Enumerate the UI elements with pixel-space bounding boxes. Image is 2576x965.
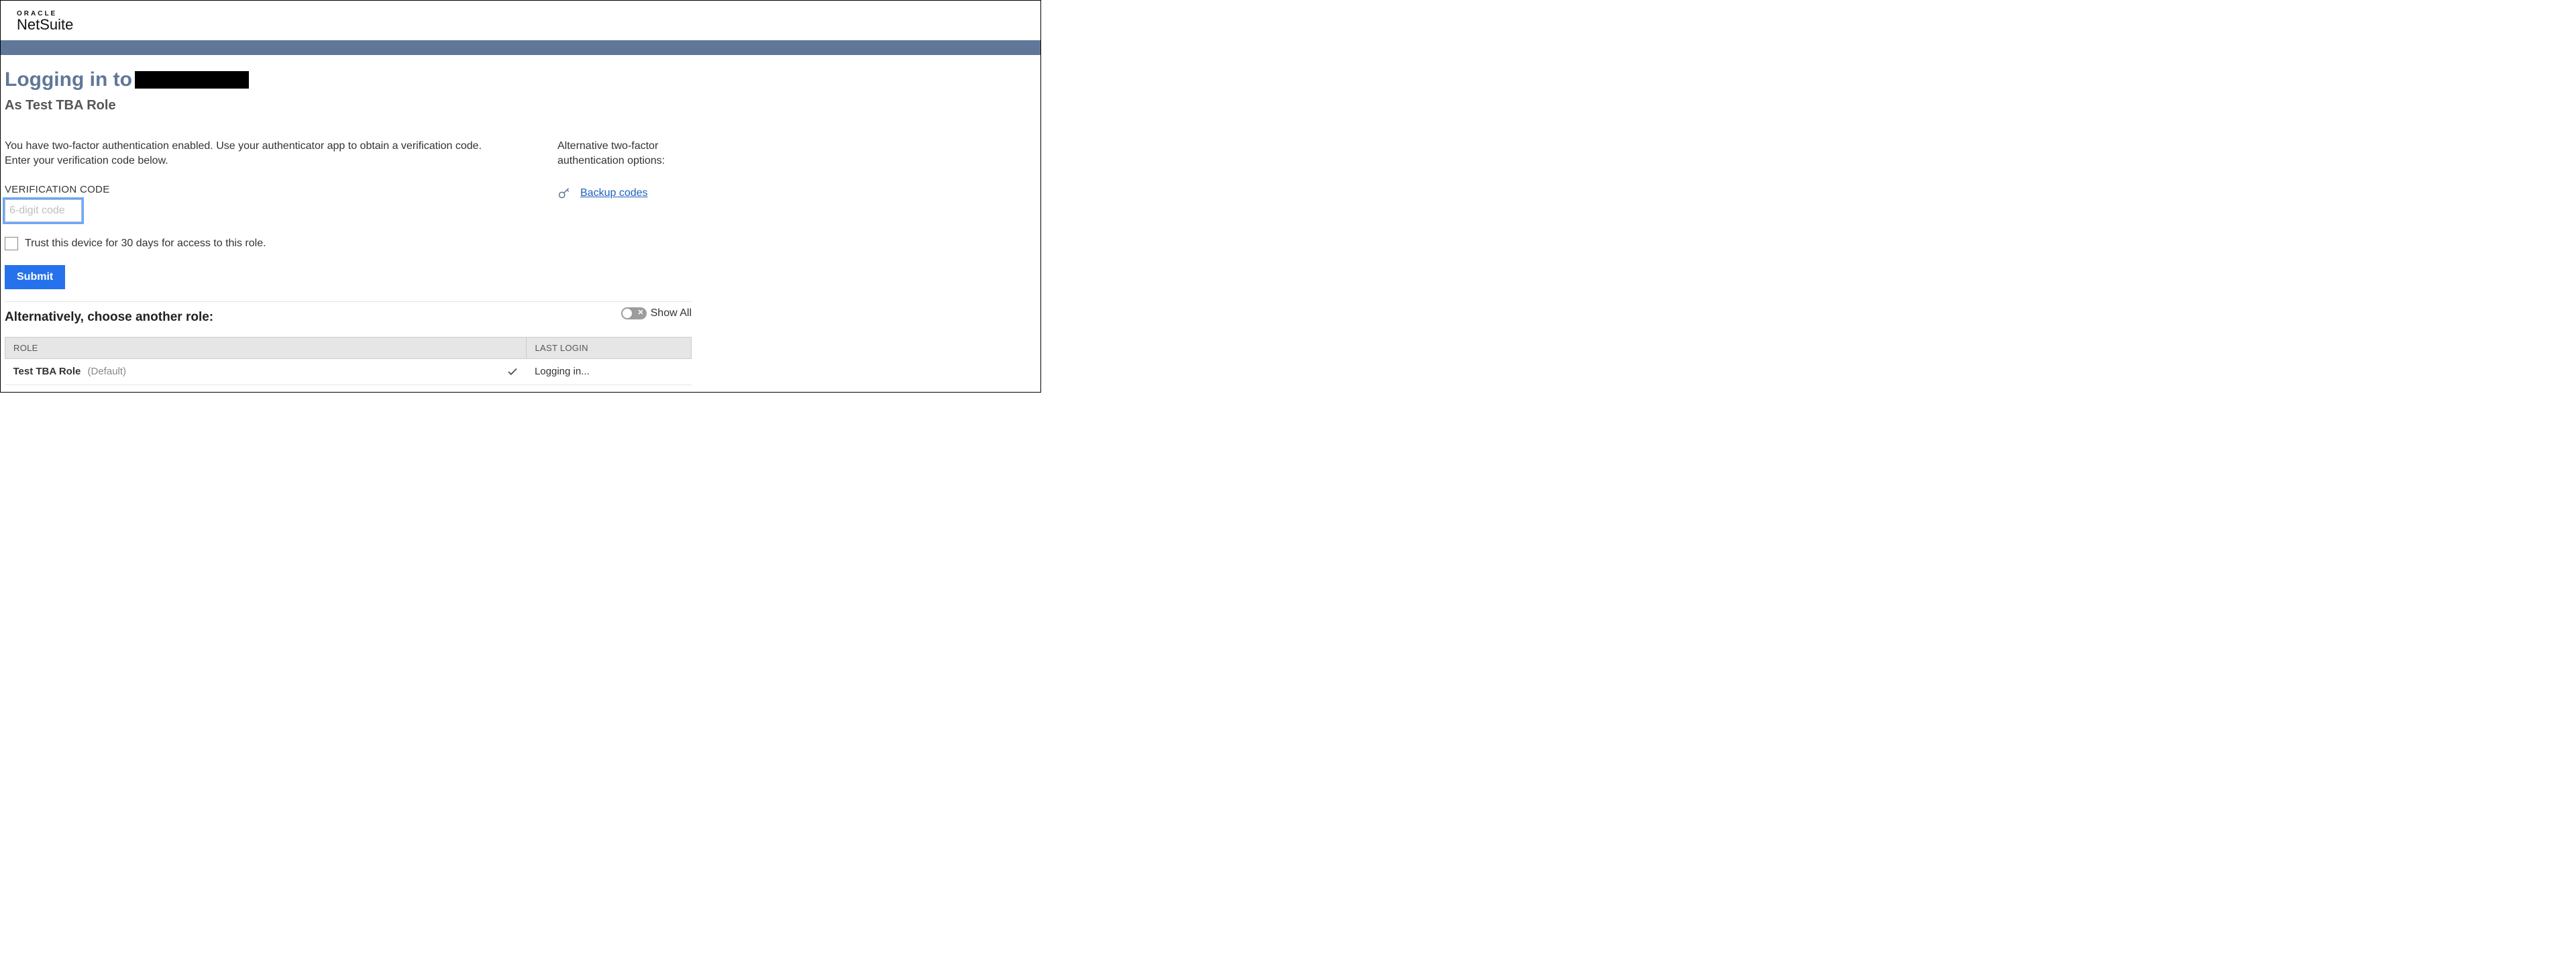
role-table: ROLE LAST LOGIN Test TBA Role (Default) xyxy=(5,337,692,385)
verification-code-label: VERIFICATION CODE xyxy=(5,184,497,195)
check-icon xyxy=(506,366,519,378)
close-icon: ✕ xyxy=(637,309,643,317)
redacted-account-name xyxy=(135,71,249,89)
trust-device-checkbox[interactable] xyxy=(5,237,18,250)
role-name: Test TBA Role xyxy=(13,366,81,377)
page-subtitle: As Test TBA Role xyxy=(5,98,692,113)
logo: ORACLE NetSuite xyxy=(1,1,1040,40)
show-all-toggle[interactable]: ✕ xyxy=(621,307,647,319)
column-header-last-login: LAST LOGIN xyxy=(527,337,692,358)
tfa-description: You have two-factor authentication enabl… xyxy=(5,139,497,169)
page-title: Logging in to xyxy=(5,68,132,91)
choose-role-heading: Alternatively, choose another role: xyxy=(5,310,692,325)
table-row[interactable]: Test TBA Role (Default) Logging in... xyxy=(5,358,692,385)
show-all-label: Show All xyxy=(651,307,692,319)
role-last-login: Logging in... xyxy=(527,358,692,385)
verification-code-input[interactable] xyxy=(5,199,82,222)
role-default-suffix: (Default) xyxy=(88,366,127,377)
alt-tfa-heading: Alternative two-factor authentication op… xyxy=(557,139,692,169)
nav-band xyxy=(1,40,1040,55)
trust-device-label: Trust this device for 30 days for access… xyxy=(25,238,266,250)
key-icon xyxy=(557,187,571,200)
logo-netsuite-text: NetSuite xyxy=(17,16,1024,34)
submit-button[interactable]: Submit xyxy=(5,265,65,289)
section-divider xyxy=(5,301,692,302)
backup-codes-link[interactable]: Backup codes xyxy=(580,187,648,199)
column-header-role: ROLE xyxy=(5,337,527,358)
